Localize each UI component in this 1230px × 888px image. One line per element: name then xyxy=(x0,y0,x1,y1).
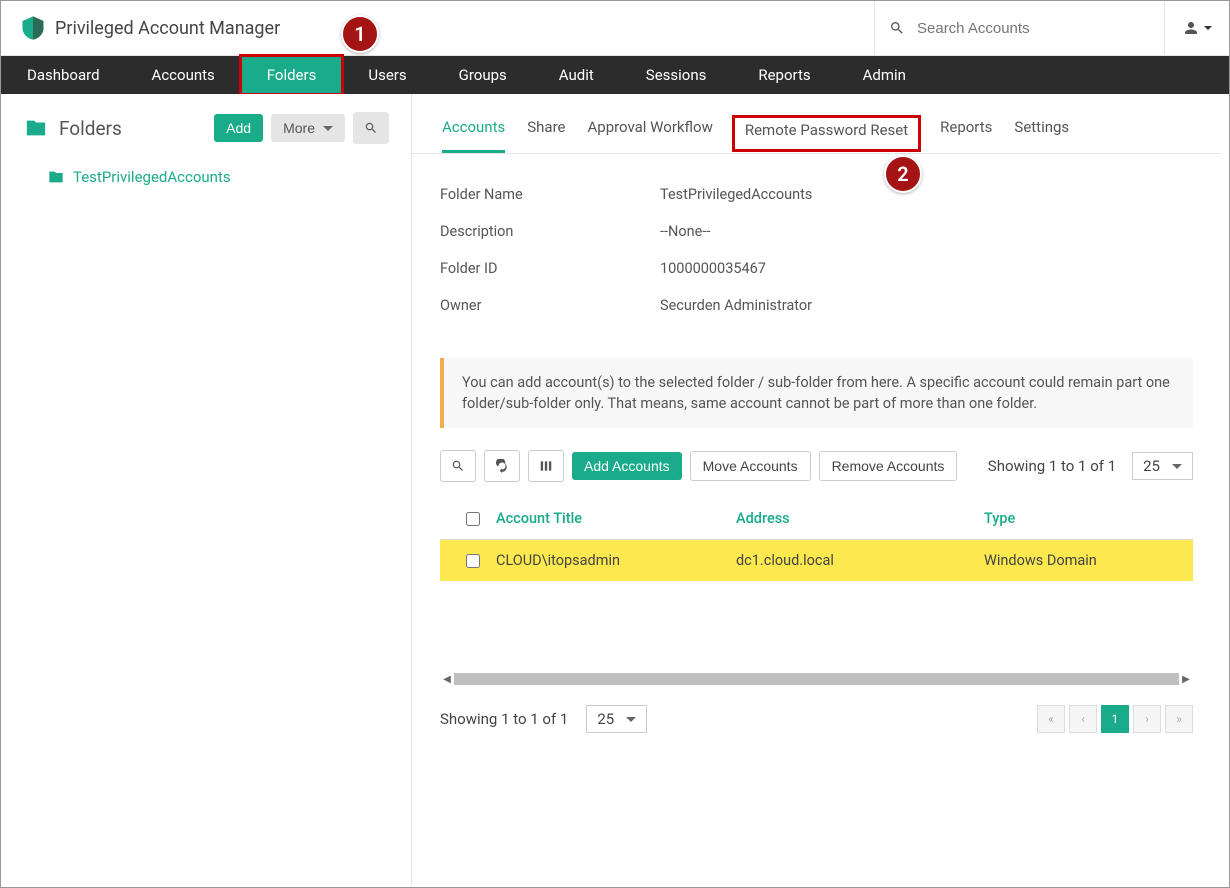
refresh-icon xyxy=(495,459,509,473)
subtab-share[interactable]: Share xyxy=(527,118,565,153)
detail-value: Securden Administrator xyxy=(660,297,1193,314)
app-title: Privileged Account Manager xyxy=(55,18,280,39)
user-icon xyxy=(1182,19,1200,37)
detail-row-folder-name: Folder Name TestPrivilegedAccounts xyxy=(440,176,1193,213)
chevron-down-icon xyxy=(622,710,636,728)
logo-area: Privileged Account Manager xyxy=(1,14,874,42)
search-box[interactable] xyxy=(874,1,1164,56)
app-logo-icon xyxy=(19,14,47,42)
page-next-button[interactable]: › xyxy=(1133,705,1161,733)
row-select-cell xyxy=(450,554,496,568)
cell-type: Windows Domain xyxy=(984,552,1183,569)
nav-folders[interactable]: Folders xyxy=(241,56,343,94)
sidebar-header: Folders Add More xyxy=(1,94,411,162)
accounts-toolbar: Add Accounts Move Accounts Remove Accoun… xyxy=(412,450,1221,498)
table-row[interactable]: CLOUD\itopsadmin dc1.cloud.local Windows… xyxy=(440,540,1193,581)
chevron-down-icon xyxy=(1168,457,1182,475)
nav-accounts[interactable]: Accounts xyxy=(126,56,241,94)
subtab-settings[interactable]: Settings xyxy=(1014,118,1069,153)
search-folders-button[interactable] xyxy=(353,112,389,144)
scroll-right-icon: ▶ xyxy=(1179,672,1193,686)
scroll-left-icon: ◀ xyxy=(440,672,454,686)
subtab-approval-workflow[interactable]: Approval Workflow xyxy=(587,118,712,153)
nav-reports[interactable]: Reports xyxy=(732,56,836,94)
refresh-button[interactable] xyxy=(484,450,520,482)
top-header: Privileged Account Manager xyxy=(1,1,1229,56)
page-first-button[interactable]: « xyxy=(1037,705,1065,733)
detail-row-owner: Owner Securden Administrator xyxy=(440,287,1193,324)
cell-address: dc1.cloud.local xyxy=(736,552,984,569)
folder-icon xyxy=(23,117,49,139)
sidebar-title: Folders xyxy=(23,117,206,140)
accounts-table: Account Title Address Type CLOUD\itopsad… xyxy=(440,498,1193,581)
nav-audit[interactable]: Audit xyxy=(533,56,620,94)
tree-item-testprivilegedaccounts[interactable]: TestPrivilegedAccounts xyxy=(47,166,403,188)
page-prev-button[interactable]: ‹ xyxy=(1069,705,1097,733)
detail-label: Description xyxy=(440,223,660,240)
folder-details: Folder Name TestPrivilegedAccounts Descr… xyxy=(412,154,1221,346)
remove-accounts-button[interactable]: Remove Accounts xyxy=(819,451,958,481)
page-size-select-bottom[interactable]: 25 xyxy=(586,705,647,733)
col-address[interactable]: Address xyxy=(736,510,984,527)
detail-value: 1000000035467 xyxy=(660,260,1193,277)
cell-account-title: CLOUD\itopsadmin xyxy=(496,552,736,569)
sub-tabs: Accounts Share Approval Workflow Remote … xyxy=(412,94,1221,154)
detail-row-description: Description --None-- xyxy=(440,213,1193,250)
col-type[interactable]: Type xyxy=(984,510,1183,527)
folder-tree: TestPrivilegedAccounts xyxy=(1,162,411,196)
callout-1: 1 xyxy=(341,15,379,53)
select-all-checkbox[interactable] xyxy=(466,512,480,526)
nav-dashboard[interactable]: Dashboard xyxy=(1,56,126,94)
add-accounts-button[interactable]: Add Accounts xyxy=(572,452,682,480)
detail-value: --None-- xyxy=(660,223,1193,240)
sidebar: Folders Add More TestPrivilegedAccounts xyxy=(1,94,412,885)
table-footer: Showing 1 to 1 of 1 25 « ‹ 1 › » xyxy=(412,695,1221,733)
search-icon xyxy=(889,20,905,36)
content-wrap: Folders Add More TestPrivilegedAccounts … xyxy=(1,94,1229,885)
select-all-cell xyxy=(450,512,496,526)
sidebar-title-text: Folders xyxy=(59,117,122,140)
page-last-button[interactable]: » xyxy=(1165,705,1193,733)
showing-text-bottom: Showing 1 to 1 of 1 xyxy=(440,710,568,728)
subtab-accounts[interactable]: Accounts xyxy=(442,118,505,153)
subtab-remote-password-reset[interactable]: Remote Password Reset xyxy=(735,118,918,149)
tree-item-label: TestPrivilegedAccounts xyxy=(73,168,231,186)
nav-groups[interactable]: Groups xyxy=(433,56,533,94)
nav-users[interactable]: Users xyxy=(342,56,432,94)
nav-admin[interactable]: Admin xyxy=(837,56,932,94)
page-size-select-top[interactable]: 25 xyxy=(1132,452,1193,480)
nav-sessions[interactable]: Sessions xyxy=(620,56,733,94)
pagination: « ‹ 1 › » xyxy=(1037,705,1193,733)
search-icon xyxy=(364,121,378,135)
showing-text-top: Showing 1 to 1 of 1 xyxy=(988,457,1116,475)
move-accounts-button[interactable]: Move Accounts xyxy=(690,451,811,481)
user-menu[interactable] xyxy=(1164,1,1229,56)
detail-value: TestPrivilegedAccounts xyxy=(660,186,1193,203)
columns-icon xyxy=(539,459,553,473)
search-icon xyxy=(451,459,465,473)
row-checkbox[interactable] xyxy=(466,554,480,568)
main-nav: Dashboard Accounts Folders Users Groups … xyxy=(1,56,1229,94)
detail-label: Owner xyxy=(440,297,660,314)
chevron-down-icon xyxy=(319,120,333,136)
search-accounts-button[interactable] xyxy=(440,450,476,482)
add-button[interactable]: Add xyxy=(214,114,263,142)
chevron-down-icon xyxy=(1200,20,1212,36)
scroll-track[interactable] xyxy=(454,673,1179,685)
col-account-title[interactable]: Account Title xyxy=(496,510,736,527)
page-1-button[interactable]: 1 xyxy=(1101,705,1129,733)
horizontal-scrollbar[interactable]: ◀ ▶ xyxy=(440,671,1193,687)
info-message: You can add account(s) to the selected f… xyxy=(440,358,1193,428)
subtab-reports[interactable]: Reports xyxy=(940,118,992,153)
folder-icon xyxy=(47,169,65,185)
main-panel: Accounts Share Approval Workflow Remote … xyxy=(412,94,1229,885)
detail-row-folder-id: Folder ID 1000000035467 xyxy=(440,250,1193,287)
callout-2: 2 xyxy=(884,155,922,193)
detail-label: Folder Name xyxy=(440,186,660,203)
table-header-row: Account Title Address Type xyxy=(440,498,1193,540)
more-button[interactable]: More xyxy=(271,114,345,142)
search-input[interactable] xyxy=(917,20,1150,37)
columns-button[interactable] xyxy=(528,450,564,482)
detail-label: Folder ID xyxy=(440,260,660,277)
